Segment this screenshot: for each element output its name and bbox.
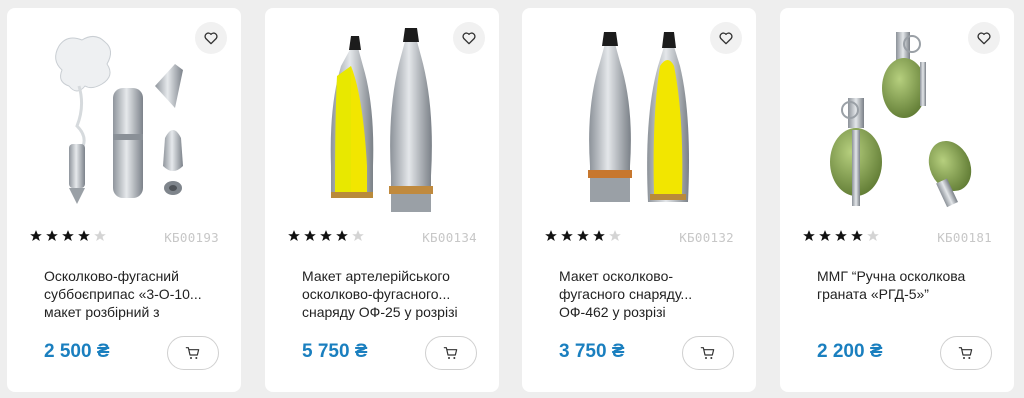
product-card[interactable]: КБ00132 Макет осколково- фугасного снаря… [522,8,756,392]
product-title-line: ОФ-462 у розрізі [559,304,666,320]
product-title-line: Макет осколково- [559,268,674,284]
product-price: 5 750 ₴ [302,341,368,362]
favorite-button[interactable] [453,22,485,54]
product-title-line: Осколково-фугасний [44,268,179,284]
product-sku: КБ00134 [422,230,477,245]
star-icon [304,230,316,241]
product-title-line: граната «РГД-5»” [817,286,929,302]
star-icon [30,230,42,241]
rating-stars [287,229,365,243]
product-title-line: макет розбірний з [44,304,160,320]
cart-icon [958,347,973,359]
add-to-cart-button[interactable] [425,336,477,370]
rating-stars [29,229,107,243]
favorite-button[interactable] [195,22,227,54]
star-icon [819,230,831,241]
star-icon [336,230,348,241]
star-icon [288,230,300,241]
product-image[interactable] [522,26,756,222]
product-price: 2 500 ₴ [44,341,110,362]
star-icon [46,230,58,241]
star-empty-icon [352,230,364,241]
product-card[interactable]: КБ00181 ММГ “Ручна осколкова граната «РГ… [780,8,1014,392]
star-icon [835,230,847,241]
heart-icon [977,32,991,45]
product-price: 3 750 ₴ [559,341,625,362]
heart-icon [204,32,218,45]
star-empty-icon [867,230,879,241]
product-title-line: фугасного снаряду... [559,286,693,302]
product-sku: КБ00132 [679,230,734,245]
add-to-cart-button[interactable] [940,336,992,370]
favorite-button[interactable] [968,22,1000,54]
star-empty-icon [94,230,106,241]
rating-stars [544,229,622,243]
add-to-cart-button[interactable] [167,336,219,370]
product-card[interactable]: КБ00134 Макет артелерійського осколково-… [265,8,499,392]
product-title[interactable]: Макет артелерійського осколково-фугасног… [302,267,472,321]
star-icon [320,230,332,241]
product-sku: КБ00181 [937,230,992,245]
star-icon [577,230,589,241]
product-image[interactable] [7,26,241,222]
star-icon [851,230,863,241]
product-card[interactable]: КБ00193 Осколково-фугасний суббоєприпас … [7,8,241,392]
star-empty-icon [609,230,621,241]
product-title-line: ММГ “Ручна осколкова [817,268,966,284]
cart-icon [700,347,715,359]
heart-icon [462,32,476,45]
favorite-button[interactable] [710,22,742,54]
star-icon [593,230,605,241]
product-title-line: осколково-фугасного... [302,286,451,302]
star-icon [78,230,90,241]
cart-icon [443,347,458,359]
product-title[interactable]: ММГ “Ручна осколкова граната «РГД-5»” [817,267,987,303]
product-title-line: Макет артелерійського [302,268,450,284]
product-title[interactable]: Макет осколково- фугасного снаряду... ОФ… [559,267,729,321]
product-price: 2 200 ₴ [817,341,883,362]
product-image[interactable] [265,26,499,222]
add-to-cart-button[interactable] [682,336,734,370]
star-icon [803,230,815,241]
cart-icon [185,347,200,359]
product-title-line: снаряду ОФ-25 у розрізі [302,304,458,320]
star-icon [545,230,557,241]
product-title-line: суббоєприпас «3-О-10... [44,286,202,302]
product-image[interactable] [780,26,1014,222]
product-title[interactable]: Осколково-фугасний суббоєприпас «3-О-10.… [44,267,214,321]
heart-icon [719,32,733,45]
star-icon [62,230,74,241]
product-sku: КБ00193 [164,230,219,245]
star-icon [561,230,573,241]
rating-stars [802,229,880,243]
